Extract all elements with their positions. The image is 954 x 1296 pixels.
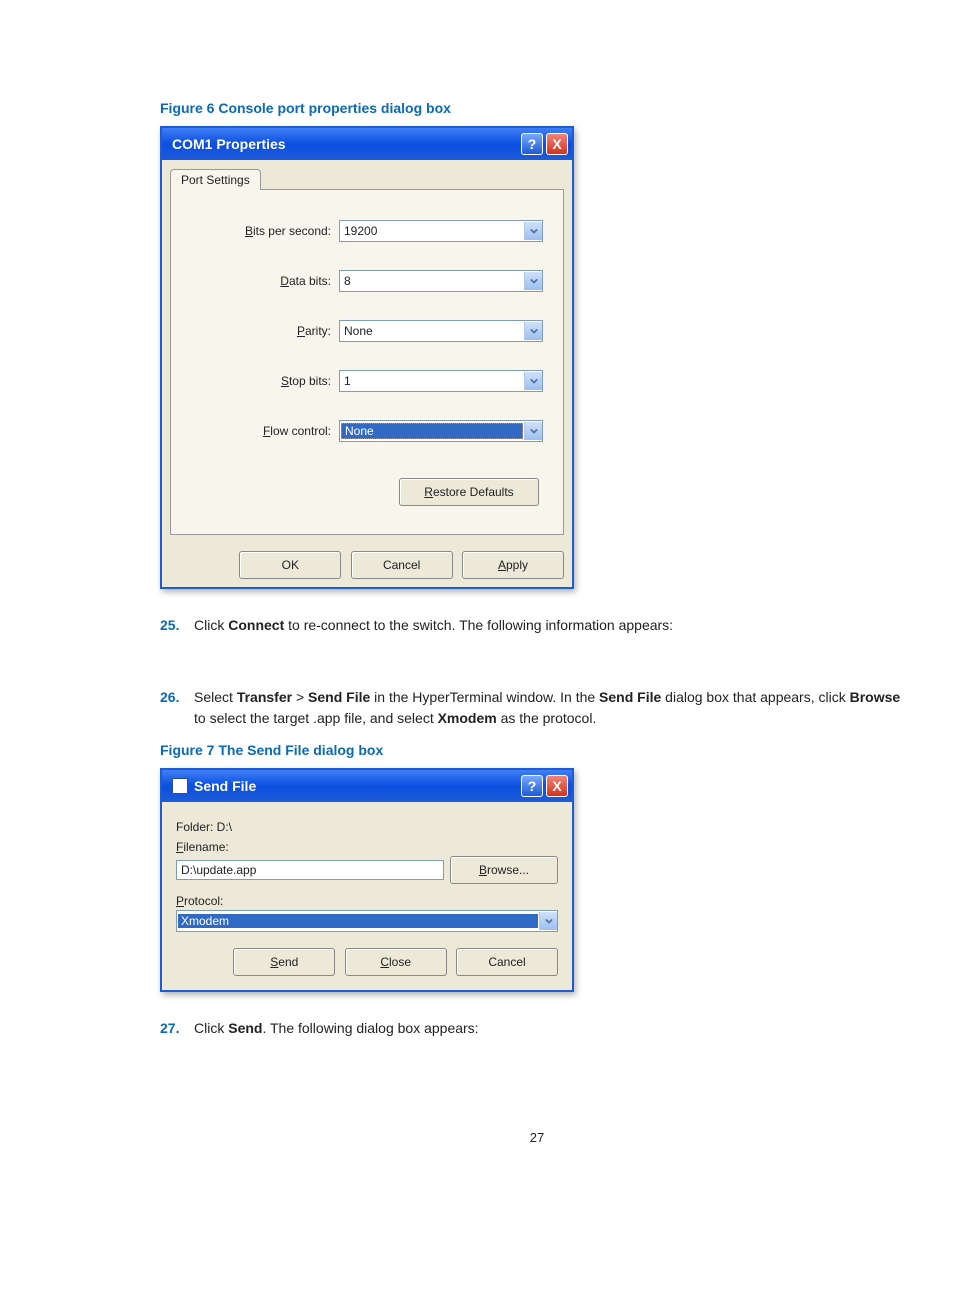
chevron-down-icon[interactable] [524,222,542,240]
stopbits-value: 1 [340,374,524,388]
protocol-label: Protocol: [176,894,558,908]
ok-button[interactable]: OK [239,551,341,579]
flow-combo[interactable]: None [339,420,543,442]
close-button[interactable]: X [546,133,568,155]
parity-label: Parity: [191,324,339,338]
send-file-dialog: Send File ? X Folder: D:\ Filename: D:\u… [160,768,574,992]
step-text: Select Transfer > Send File in the Hyper… [194,687,914,730]
help-button[interactable]: ? [521,775,543,797]
step-25: 25. Click Connect to re-connect to the s… [160,615,914,637]
figure-6-caption: Figure 6 Console port properties dialog … [160,100,914,116]
help-button[interactable]: ? [521,133,543,155]
dialog-button-row: OK Cancel Apply [162,543,572,587]
tab-port-settings[interactable]: Port Settings [170,169,261,190]
chevron-down-icon[interactable] [524,372,542,390]
protocol-combo[interactable]: Xmodem [176,910,558,932]
field-parity: Parity: None [191,320,543,342]
titlebar[interactable]: Send File ? X [162,770,572,802]
com1-properties-dialog: COM1 Properties ? X Port Settings Bits p… [160,126,574,589]
stopbits-label: Stop bits: [191,374,339,388]
protocol-value: Xmodem [178,914,538,928]
cancel-button[interactable]: Cancel [456,948,558,976]
parity-value: None [340,324,524,338]
send-button[interactable]: Send [233,948,335,976]
field-data-bits: Data bits: 8 [191,270,543,292]
step-number: 26. [160,687,194,730]
step-number: 25. [160,615,194,637]
titlebar[interactable]: COM1 Properties ? X [162,128,572,160]
bps-combo[interactable]: 19200 [339,220,543,242]
page-number: 27 [160,1130,914,1145]
field-bits-per-second: Bits per second: 19200 [191,220,543,242]
chevron-down-icon[interactable] [539,912,557,930]
databits-combo[interactable]: 8 [339,270,543,292]
folder-label: Folder: D:\ [176,820,558,834]
step-text: Click Send. The following dialog box app… [194,1018,914,1040]
close-button[interactable]: X [546,775,568,797]
field-flow-control: Flow control: None [191,420,543,442]
apply-button[interactable]: Apply [462,551,564,579]
databits-value: 8 [340,274,524,288]
stopbits-combo[interactable]: 1 [339,370,543,392]
browse-button[interactable]: Browse... [450,856,558,884]
flow-value: None [341,423,523,439]
filename-label: Filename: [176,840,558,854]
send-file-button-row: Send Close Cancel [176,948,558,976]
restore-defaults-button[interactable]: Restore Defaults [399,478,539,506]
databits-label: Data bits: [191,274,339,288]
field-stop-bits: Stop bits: 1 [191,370,543,392]
chevron-down-icon[interactable] [524,272,542,290]
close-dialog-button[interactable]: Close [345,948,447,976]
figure-7-caption: Figure 7 The Send File dialog box [160,742,914,758]
chevron-down-icon[interactable] [524,322,542,340]
filename-input[interactable]: D:\update.app [176,860,444,880]
tab-body: Bits per second: 19200 Data bits: 8 Pari… [170,189,564,535]
tab-strip: Port Settings [162,160,572,189]
step-27: 27. Click Send. The following dialog box… [160,1018,914,1040]
dialog-title: Send File [194,778,518,794]
parity-combo[interactable]: None [339,320,543,342]
step-number: 27. [160,1018,194,1040]
bps-label: Bits per second: [191,224,339,238]
chevron-down-icon[interactable] [524,422,542,440]
dialog-title: COM1 Properties [172,136,518,152]
step-text: Click Connect to re-connect to the switc… [194,615,914,637]
send-file-icon [172,778,188,794]
cancel-button[interactable]: Cancel [351,551,453,579]
send-file-body: Folder: D:\ Filename: D:\update.app Brow… [162,802,572,990]
bps-value: 19200 [340,224,524,238]
step-26: 26. Select Transfer > Send File in the H… [160,687,914,730]
flow-label: Flow control: [191,424,339,438]
